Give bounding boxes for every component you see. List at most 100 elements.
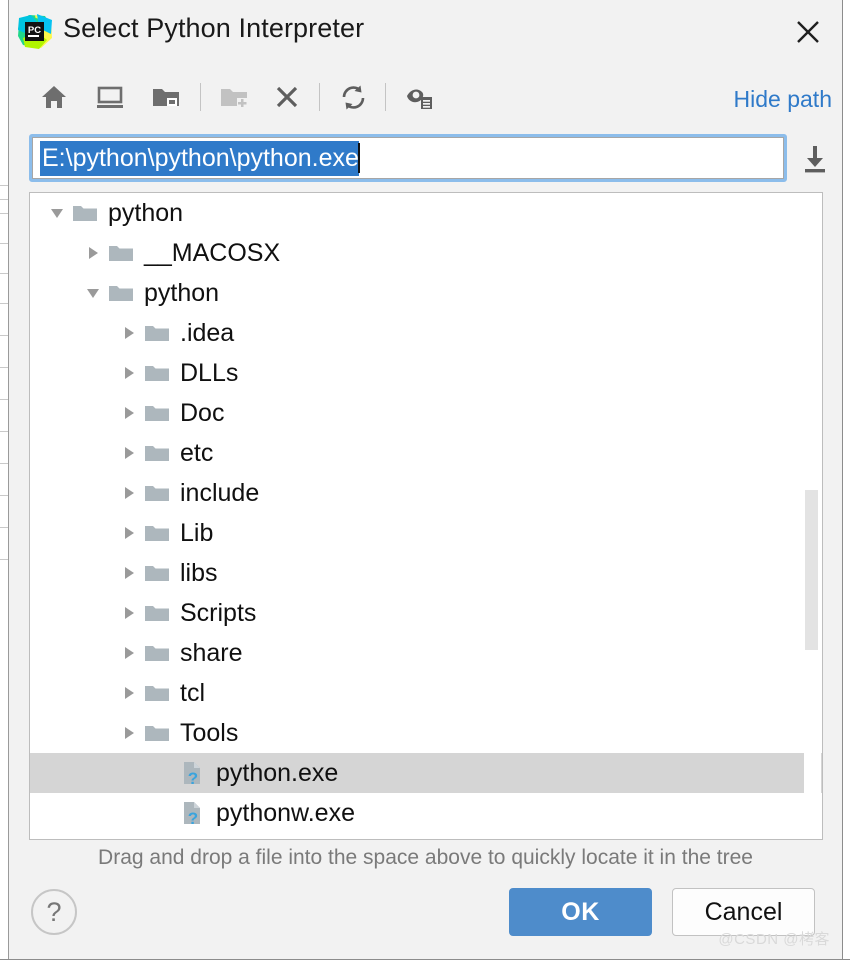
toolbar: Hide path: [9, 64, 842, 130]
refresh-icon[interactable]: [336, 81, 370, 113]
text-caret: [357, 143, 360, 173]
path-input-wrapper[interactable]: E:\python\python\python.exe: [29, 134, 787, 182]
tree-row[interactable]: [30, 833, 822, 839]
tree-row[interactable]: python: [30, 273, 822, 313]
unknown-file-icon: ?: [178, 793, 208, 833]
tree-row-label: Lib: [180, 519, 214, 547]
tree-row-label: python: [144, 279, 220, 307]
path-row: E:\python\python\python.exe: [9, 128, 842, 190]
folder-icon: [142, 353, 172, 393]
toolbar-separator-1: [200, 83, 201, 111]
tree-row-label: .idea: [180, 319, 235, 347]
folder-icon: [142, 553, 172, 593]
chevron-right-icon[interactable]: [116, 633, 142, 673]
tree-row-label: pythonw.exe: [216, 799, 355, 827]
close-icon[interactable]: [788, 12, 828, 52]
tree-row-label: python: [108, 199, 184, 227]
tree-row[interactable]: etc: [30, 433, 822, 473]
file-tree: python __MACOSX python .idea DLLs Doc etc inclu…: [30, 193, 822, 839]
tree-row[interactable]: .idea: [30, 313, 822, 353]
tree-row-label: etc: [180, 439, 214, 467]
title-bar: PC Select Python Interpreter: [9, 0, 842, 64]
folder-icon: [142, 713, 172, 753]
unknown-file-icon: ?: [178, 753, 208, 793]
tree-row[interactable]: Scripts: [30, 593, 822, 633]
chevron-right-icon[interactable]: [116, 713, 142, 753]
tree-row-label: Tools: [180, 719, 239, 747]
tree-row-label: tcl: [180, 679, 205, 707]
path-input[interactable]: E:\python\python\python.exe: [32, 137, 784, 179]
tree-row-label: include: [180, 479, 260, 507]
folder-icon: [70, 193, 100, 233]
tree-row-label: Scripts: [180, 599, 257, 627]
tree-row[interactable]: libs: [30, 553, 822, 593]
chevron-down-icon[interactable]: [44, 193, 70, 233]
help-button[interactable]: ?: [31, 889, 77, 935]
parent-window-bottom-edge: [0, 959, 850, 967]
tree-row[interactable]: ? pythonw.exe: [30, 793, 822, 833]
tree-row-label: share: [180, 639, 243, 667]
tree-row[interactable]: DLLs: [30, 353, 822, 393]
folder-drive-icon[interactable]: [149, 81, 183, 113]
watermark: @CSDN @栲客: [718, 931, 830, 948]
chevron-right-icon[interactable]: [116, 313, 142, 353]
tree-row[interactable]: ? python.exe: [30, 753, 822, 793]
toolbar-separator-3: [385, 83, 386, 111]
chevron-right-icon[interactable]: [116, 513, 142, 553]
svg-text:?: ?: [188, 769, 198, 786]
desktop-icon[interactable]: [93, 81, 127, 113]
parent-window-left-edge: [0, 0, 9, 967]
folder-icon: [142, 433, 172, 473]
tree-row[interactable]: Lib: [30, 513, 822, 553]
chevron-down-icon[interactable]: [80, 273, 106, 313]
chevron-right-icon[interactable]: [116, 593, 142, 633]
dialog-title: Select Python Interpreter: [63, 13, 365, 43]
tree-row-label: python.exe: [216, 759, 339, 787]
delete-icon[interactable]: [270, 81, 304, 113]
tree-row[interactable]: include: [30, 473, 822, 513]
chevron-right-icon[interactable]: [116, 833, 142, 839]
hide-path-link[interactable]: Hide path: [734, 86, 832, 113]
chevron-right-icon[interactable]: [116, 673, 142, 713]
chevron-right-icon[interactable]: [116, 473, 142, 513]
parent-window-right-edge: [842, 0, 850, 967]
tree-row[interactable]: python: [30, 193, 822, 233]
tree-row[interactable]: tcl: [30, 673, 822, 713]
chevron-right-icon[interactable]: [116, 393, 142, 433]
folder-icon: [142, 673, 172, 713]
home-icon[interactable]: [37, 81, 71, 113]
select-python-interpreter-dialog: PC Select Python Interpreter Hide path E…: [9, 0, 842, 959]
svg-text:?: ?: [188, 809, 198, 826]
new-folder-icon: [217, 81, 251, 113]
ok-button[interactable]: OK: [509, 888, 652, 936]
pycharm-logo-icon: PC: [17, 14, 53, 50]
parent-window-lines: [0, 185, 8, 655]
svg-text:PC: PC: [28, 25, 41, 36]
folder-icon: [142, 833, 172, 839]
tree-row[interactable]: __MACOSX: [30, 233, 822, 273]
chevron-right-icon[interactable]: [116, 433, 142, 473]
tree-row[interactable]: share: [30, 633, 822, 673]
tree-row[interactable]: Tools: [30, 713, 822, 753]
chevron-right-icon[interactable]: [116, 353, 142, 393]
chevron-right-icon[interactable]: [116, 553, 142, 593]
tree-row-label: libs: [180, 559, 218, 587]
tree-row[interactable]: Doc: [30, 393, 822, 433]
vertical-scrollbar-thumb[interactable]: [805, 490, 818, 650]
folder-icon: [142, 513, 172, 553]
tree-row-label: Doc: [180, 399, 225, 427]
folder-icon: [106, 233, 136, 273]
tree-row-label: __MACOSX: [144, 239, 281, 267]
backdrop: PC Select Python Interpreter Hide path E…: [0, 0, 850, 967]
download-icon[interactable]: [798, 142, 832, 176]
file-tree-panel[interactable]: python __MACOSX python .idea DLLs Doc etc inclu…: [29, 192, 823, 840]
chevron-right-icon[interactable]: [80, 233, 106, 273]
folder-icon: [142, 473, 172, 513]
folder-icon: [142, 593, 172, 633]
show-hidden-files-icon[interactable]: [402, 81, 436, 113]
folder-icon: [106, 273, 136, 313]
path-input-value: E:\python\python\python.exe: [40, 140, 359, 176]
vertical-scrollbar-track[interactable]: [804, 194, 821, 839]
